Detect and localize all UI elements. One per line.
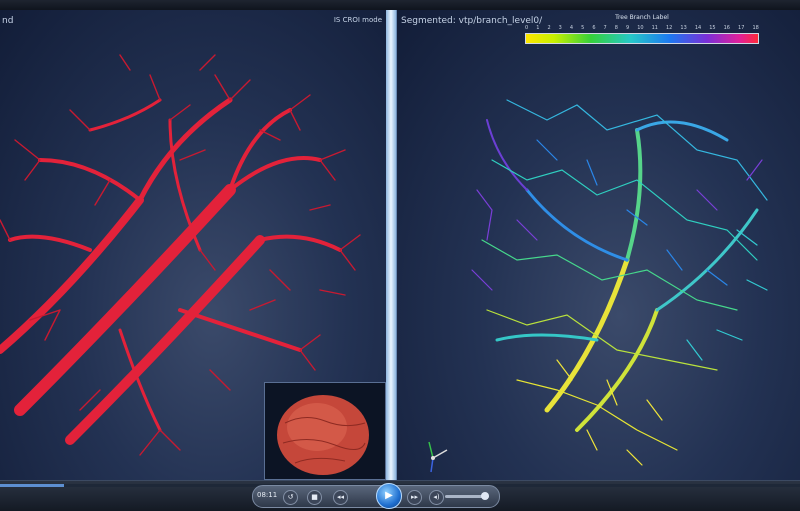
thumbnail-preview [264, 382, 386, 480]
playback-controls: 08:11 ↺ ■ ◂◂ ▶ ▸▸ ◂) [252, 483, 500, 509]
play-icon[interactable]: ▶ [376, 483, 402, 509]
time-display: 08:11 [257, 491, 278, 499]
next-icon[interactable]: ▸▸ [407, 490, 422, 505]
orientation-axes-icon [428, 441, 448, 473]
seek-progress [0, 484, 64, 487]
viewport-divider[interactable] [386, 10, 396, 480]
repeat-icon[interactable]: ↺ [283, 490, 298, 505]
right-3d-viewport[interactable]: Segmented: vtp/branch_level0/ Tree Branc… [396, 10, 800, 480]
stop-icon[interactable]: ■ [307, 490, 322, 505]
mute-icon[interactable]: ◂) [429, 490, 444, 505]
left-3d-viewport[interactable]: nd IS CROI mode [0, 10, 387, 480]
volume-knob[interactable] [481, 492, 489, 500]
window-top-bar [0, 0, 800, 10]
prev-icon[interactable]: ◂◂ [333, 490, 348, 505]
segmented-vascular-tree [471, 99, 768, 466]
volume-slider[interactable] [445, 492, 489, 500]
